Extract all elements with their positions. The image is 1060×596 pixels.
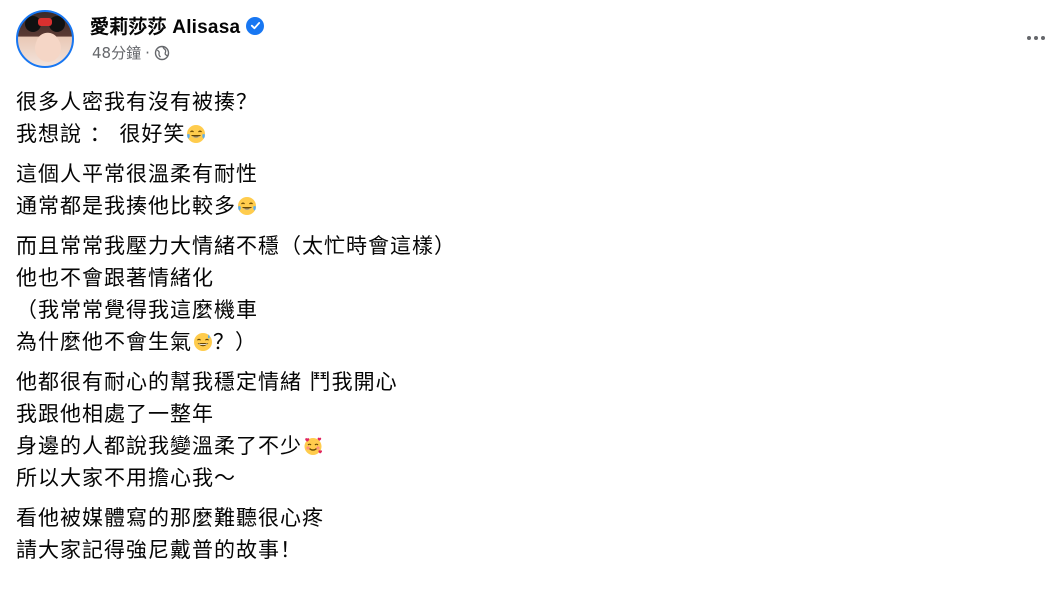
- post-line: 這個人平常很溫柔有耐性: [16, 158, 916, 190]
- post-line-text: 而且常常我壓力大情緒不穩（太忙時會這樣）: [16, 234, 456, 258]
- post-line-text: 身邊的人都說我變溫柔了不少: [16, 434, 302, 458]
- post-line: 身邊的人都說我變溫柔了不少: [16, 430, 916, 462]
- post-line-text: 通常都是我揍他比較多: [16, 194, 236, 218]
- globe-icon[interactable]: [154, 45, 170, 61]
- post-line: 所以大家不用擔心我～: [16, 462, 916, 494]
- post-line-text: 請大家記得強尼戴普的故事！: [16, 538, 302, 562]
- post-line: 很多人密我有沒有被揍？: [16, 86, 916, 118]
- post-line: 他都很有耐心的幫我穩定情緒 鬥我開心: [16, 366, 916, 398]
- post-line: 我想說 ： 很好笑: [16, 118, 916, 150]
- grinning-sweat-emoji-icon: [194, 333, 212, 351]
- meta-separator: ·: [145, 43, 150, 62]
- more-horizontal-icon: [1027, 36, 1045, 40]
- author-name-row: 愛莉莎莎 Alisasa: [90, 12, 265, 39]
- author-name[interactable]: 愛莉莎莎 Alisasa: [90, 12, 240, 39]
- post-paragraph: 這個人平常很溫柔有耐性 通常都是我揍他比較多: [16, 158, 916, 222]
- post-timestamp[interactable]: 48分鐘: [92, 42, 141, 63]
- post-line-text: 我想說 ： 很好笑: [16, 122, 186, 146]
- post-line-text-suffix: ？）: [213, 330, 257, 354]
- post-paragraph: 很多人密我有沒有被揍？ 我想說 ： 很好笑: [16, 86, 916, 150]
- post-paragraph: 看他被媒體寫的那麼難聽很心疼 請大家記得強尼戴普的故事！: [16, 502, 916, 566]
- post-line: 為什麼他不會生氣 ？）: [16, 326, 916, 358]
- post-meta: 48分鐘 ·: [92, 42, 170, 63]
- smiling-with-hearts-emoji-icon: [304, 437, 322, 455]
- post-line: （我常常覺得我這麼機車: [16, 294, 916, 326]
- tears-of-joy-emoji-icon: [238, 197, 256, 215]
- post-line-text: 看他被媒體寫的那麼難聽很心疼: [16, 506, 324, 530]
- post-line-text: 他都很有耐心的幫我穩定情緒 鬥我開心: [16, 370, 398, 394]
- post-line-text: 我跟他相處了一整年: [16, 402, 214, 426]
- post-line-text: （我常常覺得我這麼機車: [16, 298, 258, 322]
- post-line-text: 這個人平常很溫柔有耐性: [16, 162, 258, 186]
- post-line-text: 他也不會跟著情緒化: [16, 266, 214, 290]
- post-line: 我跟他相處了一整年: [16, 398, 916, 430]
- post-line-text: 很多人密我有沒有被揍？: [16, 90, 258, 114]
- post-line: 通常都是我揍他比較多: [16, 190, 916, 222]
- post-header: 愛莉莎莎 Alisasa 48分鐘 ·: [0, 0, 1060, 80]
- post-paragraph: 而且常常我壓力大情緒不穩（太忙時會這樣） 他也不會跟著情緒化 （我常常覺得我這麼…: [16, 230, 916, 358]
- avatar-face: [35, 34, 61, 62]
- post-line: 請大家記得強尼戴普的故事！: [16, 534, 916, 566]
- post-line: 看他被媒體寫的那麼難聽很心疼: [16, 502, 916, 534]
- author-avatar[interactable]: [16, 10, 74, 68]
- post-line: 他也不會跟著情緒化: [16, 262, 916, 294]
- post-paragraph: 他都很有耐心的幫我穩定情緒 鬥我開心 我跟他相處了一整年 身邊的人都說我變溫柔了…: [16, 366, 916, 494]
- post-line-text: 所以大家不用擔心我～: [16, 466, 236, 490]
- post-body: 很多人密我有沒有被揍？ 我想說 ： 很好笑 這個人平常很溫柔有耐性 通常都是我揍…: [16, 86, 916, 574]
- post-line-text: 為什麼他不會生氣: [16, 330, 192, 354]
- verified-badge-icon: [246, 16, 265, 35]
- more-options-button[interactable]: [1018, 20, 1054, 56]
- tears-of-joy-emoji-icon: [187, 125, 206, 143]
- post-line: 而且常常我壓力大情緒不穩（太忙時會這樣）: [16, 230, 916, 262]
- avatar-bow: [38, 18, 52, 26]
